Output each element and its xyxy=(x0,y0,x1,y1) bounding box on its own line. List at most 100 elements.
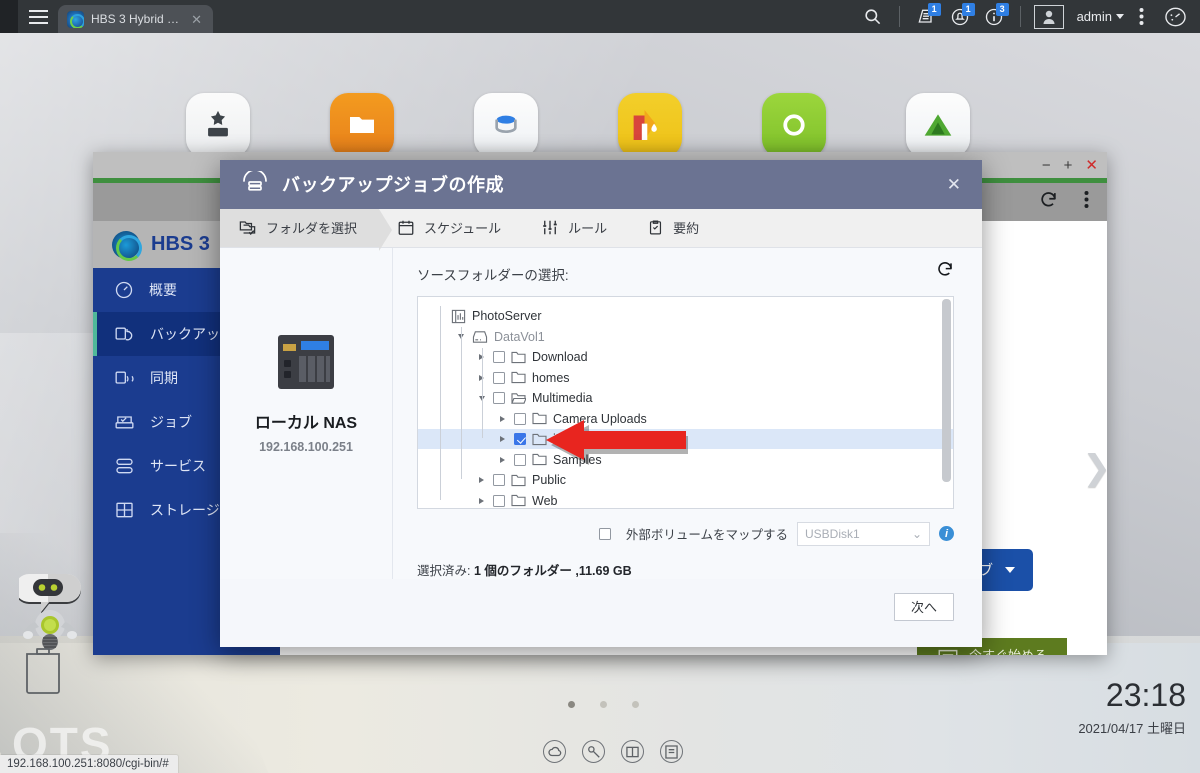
tree-row[interactable]: Multimedia xyxy=(418,388,953,409)
tree-scrollbar[interactable] xyxy=(942,298,951,482)
tree-expand-icon[interactable] xyxy=(497,456,508,463)
notification-bell-icon[interactable]: 1 xyxy=(943,0,977,33)
tree-row-label: Download xyxy=(532,350,588,365)
tab-label: フォルダを選択 xyxy=(266,221,358,237)
tree-row-label: DataVol1 xyxy=(494,329,545,344)
tree-checkbox[interactable] xyxy=(493,392,505,405)
tree-row[interactable]: Public xyxy=(418,470,953,491)
tree-row[interactable]: DataVol1 xyxy=(418,326,953,347)
tree-expand-icon[interactable] xyxy=(476,497,487,504)
app-icon-multimedia-console[interactable] xyxy=(618,93,682,157)
browser-edge-strip xyxy=(0,0,18,33)
tree-expand-icon[interactable] xyxy=(497,415,508,422)
desktop-app-icons xyxy=(186,93,970,157)
folder-tree[interactable]: PhotoServer DataVol1 Download homes Multimed… xyxy=(417,295,954,509)
refresh-icon[interactable] xyxy=(1039,190,1058,214)
tree-checkbox[interactable] xyxy=(493,494,505,507)
folder-select-icon xyxy=(239,221,256,236)
window-minimize-button[interactable]: − xyxy=(1042,158,1051,173)
resource-monitor-icon[interactable]: 1 xyxy=(909,0,943,33)
tree-checkbox[interactable] xyxy=(514,453,526,466)
dialog-titlebar: バックアップジョブの作成 ✕ xyxy=(220,160,982,209)
volume-select[interactable]: USBDisk1 ⌄ xyxy=(797,521,930,546)
cloud-app-icon[interactable] xyxy=(543,740,566,763)
tree-guide-line xyxy=(440,305,441,500)
kebab-menu-icon[interactable] xyxy=(1124,0,1158,33)
hbs3-favicon xyxy=(67,10,84,28)
chevron-down-icon xyxy=(1116,14,1124,19)
user-menu[interactable]: admin xyxy=(1068,9,1124,24)
tab-label: スケジュール xyxy=(424,221,502,237)
browser-tab[interactable]: HBS 3 Hybrid B... ✕ xyxy=(58,5,213,33)
sidebar-item-label: サービス xyxy=(150,458,206,474)
folder-icon xyxy=(511,371,526,384)
search-icon[interactable] xyxy=(856,0,890,33)
tree-checkbox[interactable] xyxy=(514,433,526,446)
next-page-arrow-icon[interactable]: ❯ xyxy=(1083,448,1108,488)
selection-summary: 選択済み: 1 個のフォルダー ,11.69 GB xyxy=(417,560,954,579)
dialog-body: ローカル NAS 192.168.100.251 ソースフォルダーの選択: Ph… xyxy=(220,247,982,579)
tree-row-label: homes xyxy=(532,370,570,385)
page-dot[interactable] xyxy=(632,701,639,708)
tab-schedule[interactable]: スケジュール xyxy=(379,209,523,247)
folder-icon xyxy=(511,474,526,487)
hbs3-logo-icon xyxy=(112,230,142,261)
page-dot[interactable] xyxy=(568,701,575,708)
tab-select-folder[interactable]: フォルダを選択 xyxy=(220,208,393,251)
tree-checkbox[interactable] xyxy=(493,371,505,384)
tab-rules[interactable]: ルール xyxy=(523,209,629,247)
tree-row[interactable]: homes xyxy=(418,367,953,388)
dialog-folder-selection-panel: ソースフォルダーの選択: PhotoServer DataVol1 Download… xyxy=(393,248,982,579)
dashboard-gauge-icon[interactable] xyxy=(1158,0,1192,33)
map-external-volume-label: 外部ボリュームをマップする xyxy=(625,528,788,543)
sidebar-item-label: ジョブ xyxy=(150,414,192,430)
browser-tab-title: HBS 3 Hybrid B... xyxy=(91,12,182,26)
tab-label: 要約 xyxy=(673,221,700,237)
tab-summary[interactable]: 要約 xyxy=(629,209,721,247)
app-icon-qsync[interactable] xyxy=(906,93,970,157)
hamburger-menu-icon[interactable] xyxy=(18,0,58,33)
tree-checkbox[interactable] xyxy=(493,351,505,364)
info-icon[interactable]: i xyxy=(939,526,954,542)
tree-row[interactable]: PhotoServer xyxy=(418,306,953,327)
badge-count: 1 xyxy=(961,3,975,16)
window-maximize-button[interactable]: + xyxy=(1064,158,1073,173)
tree-expand-icon[interactable] xyxy=(497,436,508,443)
source-folder-label: ソースフォルダーの選択: xyxy=(417,267,569,283)
close-icon[interactable]: ✕ xyxy=(188,11,205,28)
app-icon-file-station[interactable] xyxy=(330,93,394,157)
sidebar-item-label: 同期 xyxy=(150,370,178,386)
tree-row[interactable]: Download xyxy=(418,347,953,368)
app-icon-qumagie[interactable] xyxy=(762,93,826,157)
info-circle-icon[interactable]: 3 xyxy=(977,0,1011,33)
tools-app-icon[interactable] xyxy=(582,740,605,763)
chevron-down-icon xyxy=(1005,567,1015,573)
book-app-icon[interactable] xyxy=(621,740,644,763)
taskbar-dock xyxy=(543,740,683,763)
volume-select-value: USBDisk1 xyxy=(805,526,860,541)
app-icon-control-panel[interactable] xyxy=(186,93,250,157)
notes-app-icon[interactable] xyxy=(660,740,683,763)
desktop-page-dots[interactable] xyxy=(568,701,639,708)
tree-expand-icon[interactable] xyxy=(476,477,487,484)
browser-status-url: 192.168.100.251:8080/cgi-bin/# xyxy=(0,755,178,773)
dialog-title: バックアップジョブの作成 xyxy=(282,175,504,196)
tree-checkbox[interactable] xyxy=(493,474,505,487)
tree-checkbox[interactable] xyxy=(514,412,526,425)
summary-clipboard-icon xyxy=(650,220,662,235)
selection-summary-value: 1 個のフォルダー ,11.69 GB xyxy=(473,563,632,578)
trash-icon[interactable] xyxy=(22,643,64,700)
tree-row[interactable]: Web xyxy=(418,490,953,508)
kebab-menu-icon[interactable] xyxy=(1084,190,1089,214)
user-avatar-icon[interactable] xyxy=(1030,0,1068,33)
refresh-icon[interactable] xyxy=(936,260,954,283)
window-close-button[interactable]: ✕ xyxy=(1085,158,1098,173)
dialog-close-button[interactable]: ✕ xyxy=(940,172,968,197)
map-external-volume-checkbox[interactable] xyxy=(598,527,611,540)
tab-label: ルール xyxy=(568,221,608,237)
page-dot[interactable] xyxy=(600,701,607,708)
clock-date: 2021/04/17 土曜日 xyxy=(1078,721,1186,736)
next-button[interactable]: 次へ xyxy=(893,592,954,621)
app-icon-storage-manager[interactable] xyxy=(474,93,538,157)
tree-row-label: PhotoServer xyxy=(472,309,542,324)
